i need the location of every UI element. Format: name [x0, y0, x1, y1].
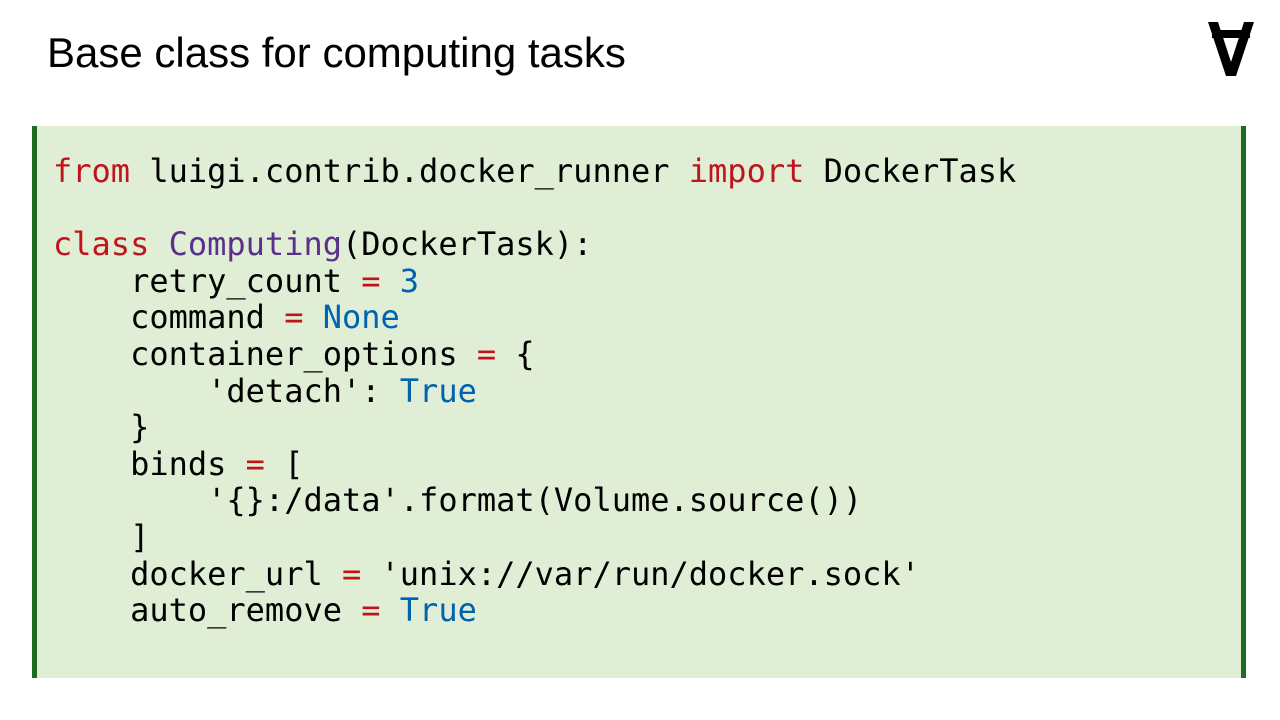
code-line: container_options = { [53, 336, 1016, 373]
code-line: 'detach': True [53, 371, 1016, 410]
code-operator: = [361, 591, 381, 630]
code-line: } [53, 409, 1016, 446]
code-constant: None [322, 298, 400, 337]
inverted-a-logo-icon [1208, 22, 1254, 76]
code-keyword: import [688, 152, 805, 190]
code-constant: True [399, 371, 477, 410]
code-block: from luigi.contrib.docker_runner import … [53, 153, 1016, 629]
code-text: docker_url [53, 554, 342, 593]
code-text: luigi.contrib.docker_runner [130, 152, 689, 190]
code-operator: = [476, 334, 497, 373]
code-text: DockerTask [804, 152, 1017, 190]
code-text: } [53, 408, 150, 447]
code-line: retry_count = 3 [53, 261, 1016, 300]
code-line: docker_url = 'unix://var/run/docker.sock… [53, 554, 1016, 593]
code-text: 'detach': [53, 371, 400, 410]
code-operator: = [245, 444, 265, 483]
code-class-name: Computing [168, 225, 342, 264]
code-text: 'unix://var/run/docker.sock' [361, 554, 920, 593]
code-constant: 3 [399, 261, 420, 300]
code-operator: = [341, 554, 362, 593]
code-text: '{}:/data'.format(Volume.source()) [53, 481, 863, 520]
code-line: class Computing(DockerTask): [53, 226, 1016, 263]
code-text: (DockerTask): [341, 225, 593, 264]
code-operator: = [284, 298, 304, 337]
code-line: from luigi.contrib.docker_runner import … [53, 153, 1016, 190]
code-text: ] [53, 517, 150, 556]
code-text: retry_count [53, 261, 362, 300]
code-keyword: from [53, 152, 131, 190]
code-text: auto_remove [53, 591, 362, 630]
code-text: container_options [53, 334, 477, 373]
code-keyword: class [53, 225, 150, 264]
code-text: { [496, 334, 535, 373]
slide-title: Base class for computing tasks [47, 29, 626, 76]
code-line: '{}:/data'.format(Volume.source()) [53, 482, 1016, 519]
code-text: binds [53, 444, 246, 483]
code-line: ] [53, 519, 1016, 556]
code-line: binds = [ [53, 444, 1016, 483]
code-text: [ [264, 444, 304, 483]
code-line: auto_remove = True [53, 592, 1016, 629]
code-panel: from luigi.contrib.docker_runner import … [32, 126, 1246, 678]
code-text: command [53, 298, 285, 337]
code-constant: True [399, 591, 477, 630]
slide: Base class for computing tasks from luig… [0, 0, 1280, 720]
code-operator: = [361, 261, 381, 300]
code-line: command = None [53, 299, 1016, 336]
